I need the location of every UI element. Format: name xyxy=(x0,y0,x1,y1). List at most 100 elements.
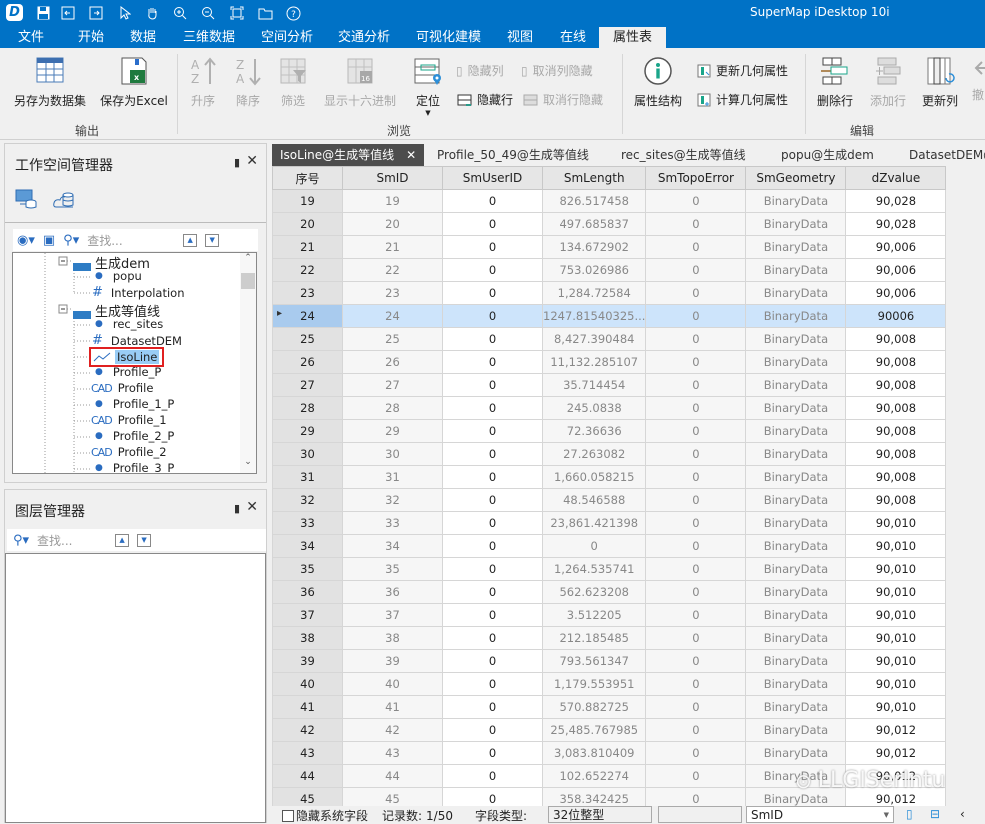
table-cell[interactable]: BinaryData xyxy=(745,672,847,696)
table-cell[interactable]: BinaryData xyxy=(745,626,847,650)
table-cell[interactable]: 245.0838 xyxy=(541,396,647,420)
table-cell[interactable]: 0 xyxy=(645,189,747,213)
scroll-left-icon[interactable]: ‹ xyxy=(960,807,965,821)
table-cell[interactable]: 0 xyxy=(442,603,543,627)
row-header[interactable]: 33 xyxy=(272,511,343,535)
table-row[interactable]: 34 34 0 0 0 BinaryData 90,010 xyxy=(272,534,947,558)
table-cell[interactable]: 0 xyxy=(442,672,543,696)
table-cell[interactable]: 31 xyxy=(342,465,443,489)
table-cell[interactable]: 72.36636 xyxy=(541,419,647,443)
table-cell[interactable]: 0 xyxy=(442,189,543,213)
move-down-button[interactable]: ▼ xyxy=(137,533,152,547)
save-as-excel-button[interactable]: x 保存为Excel xyxy=(99,56,169,109)
table-cell[interactable]: 0 xyxy=(645,649,747,673)
menu-start[interactable]: 开始 xyxy=(78,29,104,46)
table-cell[interactable]: 0 xyxy=(442,695,543,719)
table-cell[interactable]: 34 xyxy=(342,534,443,558)
table-cell[interactable]: 0 xyxy=(645,580,747,604)
table-cell[interactable]: BinaryData xyxy=(745,695,847,719)
table-cell[interactable]: BinaryData xyxy=(745,465,847,489)
table-cell[interactable]: 90,006 xyxy=(845,258,947,282)
table-cell[interactable]: BinaryData xyxy=(745,488,847,512)
menu-traffic-analysis[interactable]: 交通分析 xyxy=(338,29,390,46)
tree-item-dataset[interactable]: ● rec_sites xyxy=(95,317,163,331)
row-header[interactable]: 42 xyxy=(272,718,343,742)
table-cell[interactable]: 38 xyxy=(342,626,443,650)
attribute-structure-button[interactable]: 属性结构 xyxy=(630,56,686,109)
column-header[interactable]: SmTopoError xyxy=(645,166,747,190)
table-cell[interactable]: BinaryData xyxy=(745,281,847,305)
table-cell[interactable]: 90,012 xyxy=(845,718,947,742)
row-header[interactable]: 36 xyxy=(272,580,343,604)
table-cell[interactable]: 0 xyxy=(442,235,543,259)
table-row[interactable]: 33 33 0 23,861.421398 0 BinaryData 90,010 xyxy=(272,511,947,535)
table-row[interactable]: 21 21 0 134.672902 0 BinaryData 90,006 xyxy=(272,235,947,259)
table-cell[interactable]: BinaryData xyxy=(745,419,847,443)
table-row[interactable]: 30 30 0 27.263082 0 BinaryData 90,008 xyxy=(272,442,947,466)
table-cell[interactable]: 0 xyxy=(442,787,543,807)
table-cell[interactable]: 90,006 xyxy=(845,281,947,305)
table-cell[interactable]: 826.517458 xyxy=(541,189,647,213)
zoom-in-icon[interactable] xyxy=(171,4,189,22)
table-cell[interactable]: 42 xyxy=(342,718,443,742)
table-cell[interactable]: 497.685837 xyxy=(541,212,647,236)
table-row[interactable]: 22 22 0 753.026986 0 BinaryData 90,006 xyxy=(272,258,947,282)
table-cell[interactable]: 90,010 xyxy=(845,580,947,604)
scroll-down-icon[interactable]: ⌄ xyxy=(240,457,256,473)
table-cell[interactable]: 793.561347 xyxy=(541,649,647,673)
row-header[interactable]: 24 ▸ xyxy=(272,304,343,328)
row-header[interactable]: 45 xyxy=(272,787,343,807)
scrollbar-thumb[interactable] xyxy=(241,273,255,289)
table-cell[interactable]: 11,132.285107 xyxy=(541,350,647,374)
split-vertical-icon[interactable]: ▯ xyxy=(906,807,913,821)
table-cell[interactable]: 0 xyxy=(645,741,747,765)
hide-column-button[interactable]: ▯ 隐藏列 xyxy=(456,62,504,79)
menu-attribute-table[interactable]: 属性表 xyxy=(599,27,667,48)
tree-scrollbar[interactable]: ⌃ ⌄ xyxy=(240,253,256,473)
column-header[interactable]: SmID xyxy=(342,166,443,190)
table-cell[interactable]: 90,010 xyxy=(845,557,947,581)
app-logo-icon[interactable]: D xyxy=(6,4,23,21)
table-cell[interactable]: 37 xyxy=(342,603,443,627)
workspace-tab-icon[interactable] xyxy=(15,189,37,209)
table-cell[interactable]: 0 xyxy=(442,212,543,236)
table-cell[interactable]: 41 xyxy=(342,695,443,719)
hide-system-fields-checkbox[interactable]: 隐藏系统字段 xyxy=(282,807,368,824)
tab-rec-sites[interactable]: rec_sites@生成等值线 xyxy=(621,144,746,166)
table-cell[interactable]: 0 xyxy=(645,419,747,443)
table-cell[interactable]: 0 xyxy=(442,442,543,466)
table-row[interactable]: 25 25 0 8,427.390484 0 BinaryData 90,008 xyxy=(272,327,947,351)
table-cell[interactable]: BinaryData xyxy=(745,580,847,604)
table-cell[interactable]: BinaryData xyxy=(745,557,847,581)
table-cell[interactable]: 0 xyxy=(442,281,543,305)
table-cell[interactable]: 0 xyxy=(645,787,747,807)
tree-item-dataset-selected[interactable]: IsoLine xyxy=(89,347,165,367)
table-cell[interactable]: 25 xyxy=(342,327,443,351)
table-cell[interactable]: 0 xyxy=(645,442,747,466)
table-cell[interactable]: 0 xyxy=(645,465,747,489)
table-cell[interactable]: 0 xyxy=(645,304,747,328)
row-header[interactable]: 27 xyxy=(272,373,343,397)
table-cell[interactable]: 0 xyxy=(645,718,747,742)
locate-button[interactable]: 定位 ▼ xyxy=(410,56,446,117)
table-cell[interactable]: BinaryData xyxy=(745,327,847,351)
zoom-out-icon[interactable] xyxy=(199,4,217,22)
row-header[interactable]: 32 xyxy=(272,488,343,512)
row-header[interactable]: 28 xyxy=(272,396,343,420)
table-cell[interactable]: 0 xyxy=(645,626,747,650)
table-cell[interactable]: 0 xyxy=(442,764,543,788)
table-cell[interactable]: 3.512205 xyxy=(541,603,647,627)
delete-row-button[interactable]: 删除行 xyxy=(812,56,858,109)
table-cell[interactable]: 0 xyxy=(645,350,747,374)
pin-icon[interactable]: ▮ xyxy=(234,502,240,515)
move-down-button[interactable]: ▼ xyxy=(205,233,220,247)
search-icon[interactable]: ⚲▾ xyxy=(63,233,79,248)
row-header[interactable]: 20 xyxy=(272,212,343,236)
table-cell[interactable]: 19 xyxy=(342,189,443,213)
column-header[interactable]: dZvalue xyxy=(845,166,947,190)
table-cell[interactable]: 0 xyxy=(645,764,747,788)
show-hex-button[interactable]: 16 显示十六进制 xyxy=(318,56,402,109)
table-cell[interactable]: 1,660.058215 xyxy=(541,465,647,489)
tree-item-dataset[interactable]: ● Profile_1_P xyxy=(95,397,174,411)
table-cell[interactable]: 0 xyxy=(645,212,747,236)
